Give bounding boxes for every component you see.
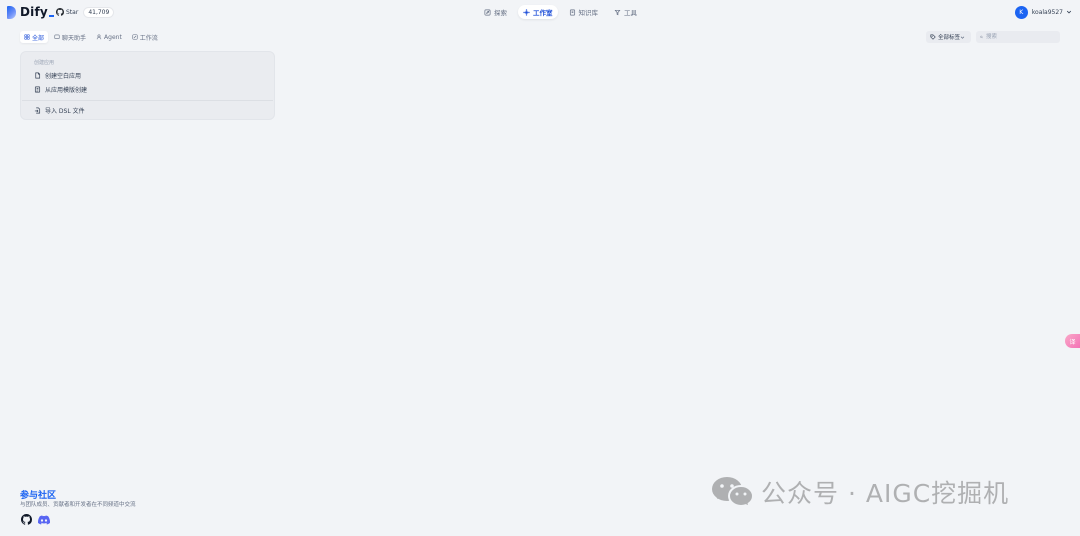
wechat-icon [712,477,754,507]
nav-tools-label: 工具 [624,9,637,17]
chat-icon [54,34,60,39]
github-icon [56,8,64,16]
create-blank-app-button[interactable]: 创建空白应用 [34,71,81,80]
tag-filter-label: 全部标签 [938,35,961,41]
nav-studio-label: 工作室 [533,9,553,17]
studio-icon [523,8,530,16]
tag-icon [930,34,936,40]
github-icon[interactable] [21,514,32,525]
tab-agent[interactable]: Agent [92,31,126,43]
file-icon [35,72,41,79]
translate-float-label: 译 [1069,338,1076,346]
nav-knowledge-label: 知识库 [578,9,599,17]
tab-workflow[interactable]: 工作流 [128,31,162,43]
top-header: Dify Star 41,709 探索 工作室 知识库 工具 K koala95… [0,0,1080,24]
agent-icon [96,34,102,40]
create-blank-app-label: 创建空白应用 [45,73,82,80]
template-icon [34,86,41,93]
tab-workflow-label: 工作流 [139,34,158,42]
grid-icon [24,34,30,40]
knowledge-icon [569,9,575,15]
social-links [21,514,50,525]
explore-icon [484,9,491,15]
translate-float-button[interactable]: 译 [1065,334,1080,348]
chevron-down-icon [960,36,965,39]
discord-icon[interactable] [38,515,50,525]
card-divider [22,100,273,101]
search-box[interactable] [976,31,1060,43]
tools-icon [614,9,621,15]
tab-chat-label: 聊天助手 [62,34,87,42]
github-star-button[interactable]: Star 41,709 [56,6,115,18]
tab-agent-label: Agent [104,33,122,41]
search-input[interactable] [986,32,1056,42]
nav-knowledge[interactable]: 知识库 [564,5,604,19]
import-icon [34,107,41,114]
workflow-icon [132,34,138,40]
nav-studio[interactable]: 工作室 [518,5,558,19]
tab-all[interactable]: 全部 [20,31,49,43]
user-menu[interactable]: K koala9527 [1014,5,1072,19]
chevron-down-icon [1066,10,1072,14]
main-nav: 探索 工作室 知识库 工具 [479,5,648,19]
user-name: koala9527 [1031,8,1063,16]
app-type-tabs: 全部 聊天助手 Agent 工作流 [20,31,164,43]
search-icon [980,35,983,39]
nav-explore[interactable]: 探索 [479,5,512,19]
tab-chat-assistant[interactable]: 聊天助手 [50,31,90,43]
logo-text: Dify [20,5,48,19]
nav-tools[interactable]: 工具 [609,5,642,19]
wechat-watermark: 公众号 · AIGC挖掘机 [711,474,1009,510]
github-star-label: Star [66,8,79,16]
import-dsl-label: 导入 DSL 文件 [45,108,85,115]
community-description: 与团队成员、贡献者和开发者在不同频道中交流 [20,502,136,508]
avatar: K [1014,5,1028,19]
import-dsl-button[interactable]: 导入 DSL 文件 [34,106,85,115]
create-from-template-button[interactable]: 从应用模版创建 [34,85,87,94]
tab-all-label: 全部 [32,34,45,42]
github-star-count: 41,709 [83,6,115,18]
watermark-text: 公众号 · AIGC挖掘机 [761,479,1010,508]
create-app-card: 创建应用 创建空白应用 从应用模版创建 导入 DSL 文件 [20,51,275,120]
tag-filter-select[interactable]: 全部标签 [926,31,971,43]
nav-explore-label: 探索 [494,9,507,17]
create-from-template-label: 从应用模版创建 [45,87,88,94]
create-app-title: 创建应用 [34,60,55,66]
dify-logo[interactable]: Dify [7,5,54,19]
logo-underscore [48,15,54,17]
logo-mark-icon [7,5,16,19]
